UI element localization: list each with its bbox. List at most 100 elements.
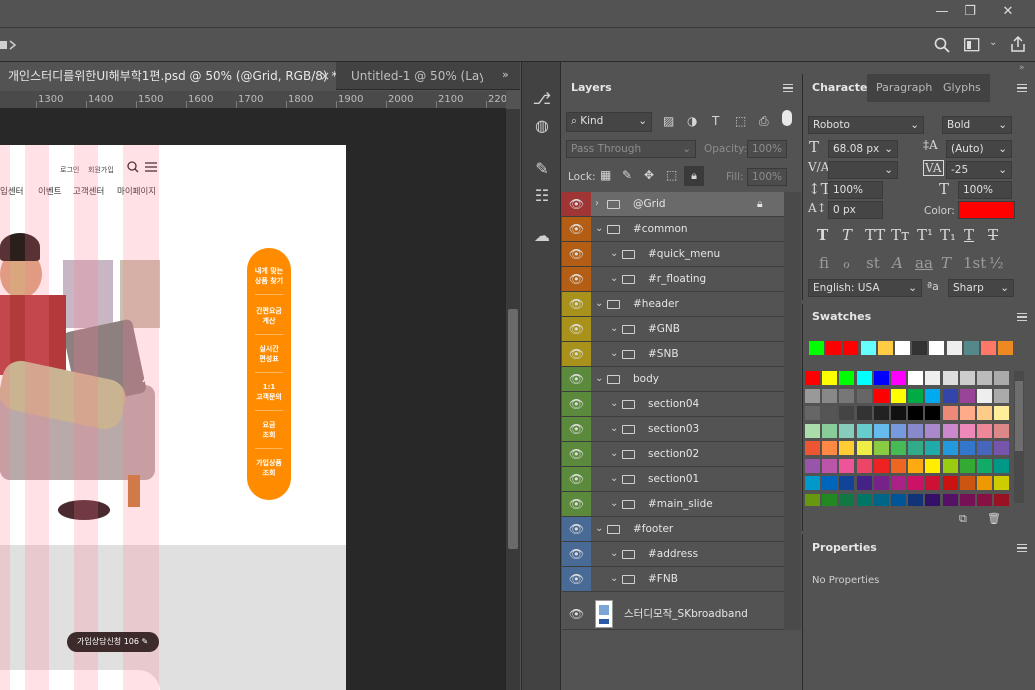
ordinals-button[interactable]: 1st	[963, 254, 986, 272]
swatch[interactable]	[977, 441, 992, 455]
visibility-eye-icon[interactable]: 👁︎	[562, 342, 591, 366]
swatch[interactable]	[873, 493, 889, 506]
panel-menu-icon[interactable]	[783, 84, 793, 92]
swatch[interactable]	[822, 441, 838, 455]
swatch[interactable]	[977, 476, 992, 490]
visibility-eye-icon[interactable]: 👁︎	[562, 317, 591, 341]
swatch[interactable]	[873, 406, 889, 420]
swatch[interactable]	[856, 423, 872, 438]
layer-row[interactable]: 👁︎ ⌄ section04	[562, 392, 784, 417]
swatch[interactable]	[839, 371, 855, 385]
swatch[interactable]	[959, 493, 975, 506]
swatch[interactable]	[942, 493, 958, 506]
layer-row[interactable]: 👁︎ › @Grid 🔒︎	[562, 192, 784, 217]
swatch[interactable]	[805, 493, 820, 506]
expand-chevron-icon[interactable]: ⌄	[610, 467, 618, 491]
tab-properties[interactable]: Properties	[803, 534, 886, 562]
swatch[interactable]	[891, 476, 906, 490]
swatch[interactable]	[856, 441, 872, 455]
swatch[interactable]	[925, 423, 941, 438]
quick-menu-item[interactable]: 1:1 고객문의	[247, 382, 291, 402]
panel-menu-icon[interactable]	[1017, 84, 1027, 92]
quick-menu-item[interactable]: 내게 맞는 상품 찾기	[247, 266, 291, 286]
layer-row[interactable]: 👁︎ ⌄ body	[562, 367, 784, 392]
language-select[interactable]: English: USA ⌄	[808, 279, 922, 297]
horizontal-ruler[interactable]: 1300 1400 1500 1600 1700 1800 1900 2000 …	[0, 91, 506, 109]
swatch[interactable]	[873, 423, 889, 438]
text-color-swatch[interactable]	[958, 201, 1015, 219]
swatch[interactable]	[994, 458, 1010, 473]
swatch[interactable]	[873, 476, 889, 490]
recent-swatch[interactable]	[998, 341, 1014, 355]
swatch[interactable]	[925, 371, 941, 385]
expand-chevron-icon[interactable]: ⌄	[610, 342, 618, 366]
swatch[interactable]	[925, 493, 941, 506]
swatch[interactable]	[959, 441, 975, 455]
swatch[interactable]	[805, 371, 820, 385]
horizontal-scale-input[interactable]: 100%	[958, 181, 1012, 199]
visibility-eye-icon[interactable]: 👁︎	[562, 417, 591, 441]
expand-chevron-icon[interactable]: ⌄	[610, 417, 618, 441]
recent-swatch[interactable]	[843, 341, 859, 355]
recent-swatch[interactable]	[912, 341, 928, 355]
swatch[interactable]	[959, 458, 975, 473]
panel-menu-icon[interactable]	[1017, 313, 1027, 321]
recent-swatch[interactable]	[963, 341, 979, 355]
visibility-eye-icon[interactable]: 👁︎	[562, 542, 591, 566]
brush-icon[interactable]: ✎	[531, 158, 553, 180]
filter-pixel-icon[interactable]: ▨	[663, 114, 674, 128]
libraries-icon[interactable]: ☁	[531, 225, 553, 247]
swatch[interactable]	[856, 406, 872, 420]
swatch[interactable]	[908, 406, 924, 420]
expand-chevron-icon[interactable]: ⌄	[610, 542, 618, 566]
lock-transparent-icon[interactable]: ▦	[600, 168, 611, 182]
opacity-input[interactable]: 100%	[747, 140, 787, 158]
lock-move-icon[interactable]: ✥	[644, 168, 654, 182]
swatch[interactable]	[959, 423, 975, 438]
swatch[interactable]	[891, 406, 906, 420]
quick-menu-item[interactable]: 실시간 편성표	[247, 344, 291, 364]
new-swatch-icon[interactable]: ⧉	[959, 512, 967, 526]
swatch[interactable]	[822, 458, 838, 473]
close-tab-icon[interactable]: ×	[320, 62, 330, 90]
tracking-input[interactable]: -25 ⌄	[946, 161, 1012, 179]
expand-chevron-icon[interactable]: ›	[595, 192, 599, 216]
layer-row[interactable]: 👁︎ ⌄ #address	[562, 542, 784, 567]
tab-glyphs[interactable]: Glyphs	[934, 74, 990, 102]
visibility-eye-icon[interactable]: 👁︎	[562, 442, 591, 466]
visibility-eye-icon[interactable]: 👁︎	[562, 517, 591, 541]
baseline-shift-input[interactable]: 0 px	[828, 201, 883, 219]
chevron-down-icon[interactable]: ⌄	[989, 37, 997, 48]
swatch[interactable]	[908, 441, 924, 455]
swatch[interactable]	[908, 476, 924, 490]
swatches-scrollbar[interactable]	[1014, 371, 1024, 503]
scroll-thumb[interactable]	[508, 309, 518, 549]
filter-shape-icon[interactable]: ⬚	[735, 114, 746, 128]
stylistic-alternates-button[interactable]: aa	[915, 254, 933, 272]
leading-input[interactable]: (Auto) ⌄	[946, 140, 1012, 158]
recent-swatch[interactable]	[826, 341, 842, 355]
superscript-button[interactable]: T¹	[917, 226, 933, 244]
history-icon[interactable]: ⎇	[531, 88, 553, 110]
swatch[interactable]	[977, 458, 992, 473]
swatch[interactable]	[977, 371, 992, 385]
swatch[interactable]	[891, 441, 906, 455]
swatch[interactable]	[891, 388, 906, 403]
share-icon[interactable]	[1010, 36, 1026, 53]
swatch[interactable]	[908, 371, 924, 385]
recent-swatch[interactable]	[981, 341, 996, 355]
expand-chevron-icon[interactable]: ⌄	[610, 392, 618, 416]
filter-type-icon[interactable]: T	[712, 114, 719, 128]
swatch[interactable]	[822, 423, 838, 438]
visibility-eye-icon[interactable]: 👁︎	[562, 192, 591, 216]
layer-row[interactable]: 👁︎ ⌄ section03	[562, 417, 784, 442]
document-canvas[interactable]: 로그인 회원가입 입센터 이벤트 고객센터 마이페이지 내게 맞는 상품 찾기 …	[0, 145, 346, 690]
layer-row[interactable]: 👁︎ ⌄ #GNB	[562, 317, 784, 342]
strikethrough-button[interactable]: T	[988, 226, 998, 244]
quick-menu-item[interactable]: 간편요금 계산	[247, 306, 291, 326]
visibility-eye-icon[interactable]: 👁︎	[562, 467, 591, 491]
delete-swatch-icon[interactable]: 🗑︎	[987, 512, 1001, 525]
visibility-eye-icon[interactable]: 👁︎	[562, 267, 591, 291]
recent-swatch[interactable]	[895, 341, 910, 355]
workspace-icon[interactable]	[964, 38, 980, 52]
